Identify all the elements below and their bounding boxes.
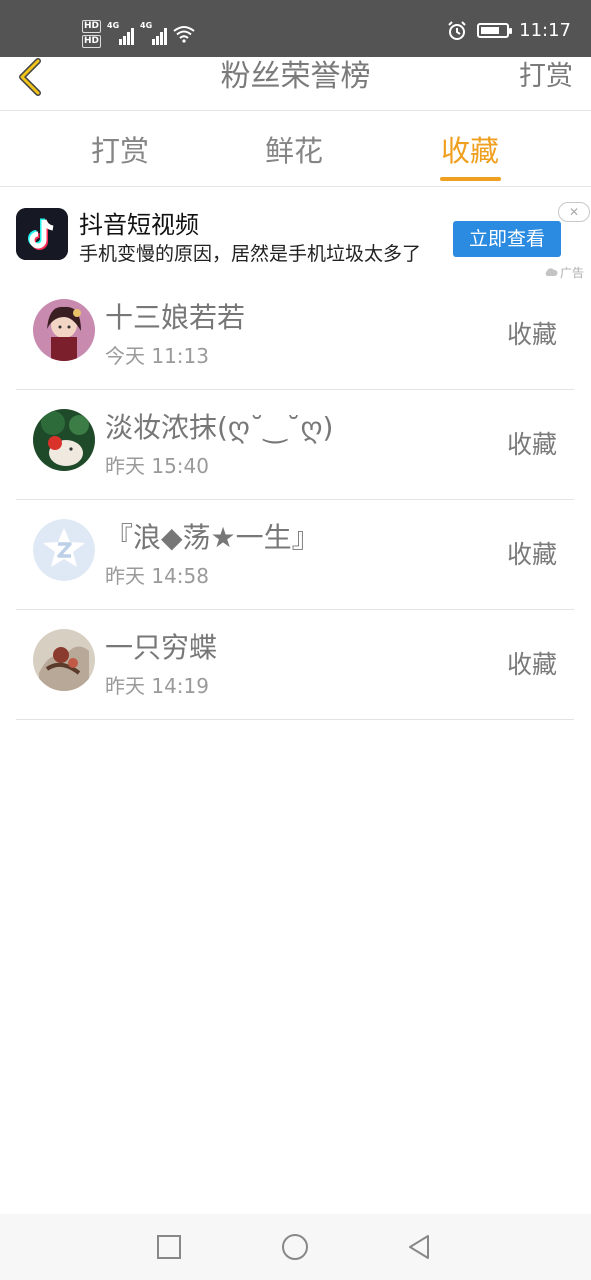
hd-badge: HD — [82, 35, 102, 48]
network-indicators: HD HD 4G 4G — [82, 16, 195, 52]
page-title: 粉丝荣誉榜 — [220, 59, 371, 94]
ad-label-text: 广告 — [560, 266, 585, 280]
fan-name: 『浪◆荡★一生』 — [105, 521, 320, 554]
fan-time: 昨天 14:19 — [105, 674, 209, 698]
wifi-icon — [173, 26, 195, 43]
tab-reward[interactable]: 打赏 — [91, 131, 149, 171]
chevron-left-icon[interactable] — [14, 57, 54, 97]
circle-icon[interactable] — [281, 1233, 309, 1261]
fan-list: 十三娘若若 今天 11:13 收藏 淡妆浓抹(ღ˘‿˘ღ) 昨天 15:40 收… — [16, 280, 574, 720]
hd-badges: HD HD — [82, 20, 102, 48]
signal-label: 4G — [140, 21, 153, 30]
alarm-icon — [448, 20, 466, 40]
default-avatar-icon[interactable] — [33, 519, 95, 581]
fan-action-label: 收藏 — [506, 540, 557, 569]
triangle-back-icon[interactable] — [406, 1233, 434, 1261]
avatar[interactable] — [33, 299, 95, 361]
fan-time: 昨天 14:58 — [105, 564, 209, 588]
tab-bar: 打赏 鲜花 收藏 — [0, 111, 591, 187]
list-item[interactable]: 一只穷蝶 昨天 14:19 收藏 — [16, 610, 574, 720]
fan-name: 淡妆浓抹(ღ˘‿˘ღ) — [105, 411, 334, 444]
list-item[interactable]: 十三娘若若 今天 11:13 收藏 — [16, 280, 574, 390]
list-item[interactable]: 淡妆浓抹(ღ˘‿˘ღ) 昨天 15:40 收藏 — [16, 390, 574, 500]
square-icon[interactable] — [155, 1233, 183, 1261]
tab-indicator — [440, 177, 501, 181]
fan-name: 十三娘若若 — [105, 301, 246, 334]
avatar[interactable] — [33, 629, 95, 691]
tab-flowers[interactable]: 鲜花 — [265, 131, 323, 171]
fan-action-label: 收藏 — [506, 430, 557, 459]
reward-button[interactable]: 打赏 — [519, 57, 573, 97]
battery-fill — [481, 27, 500, 34]
avatar[interactable] — [33, 409, 95, 471]
ad-title: 抖音短视频 — [79, 211, 199, 239]
close-icon[interactable]: ✕ — [558, 202, 590, 222]
ad-description: 手机变慢的原因，居然是手机垃圾太多了 — [79, 243, 422, 265]
cloud-icon — [545, 268, 558, 276]
signal-icon: 4G — [140, 21, 168, 45]
hd-badge: HD — [82, 20, 102, 33]
ad-banner[interactable]: 抖音短视频 手机变慢的原因，居然是手机垃圾太多了 立即查看 ✕ 广告 — [0, 188, 591, 280]
clock: 11:17 — [519, 20, 571, 41]
system-nav-bar — [0, 1214, 591, 1280]
tab-favorites[interactable]: 收藏 — [441, 131, 499, 171]
fan-action-label: 收藏 — [506, 320, 557, 349]
status-right: 11:17 — [447, 20, 571, 41]
signal-label: 4G — [107, 21, 120, 30]
fan-action-label: 收藏 — [506, 650, 557, 679]
battery-icon — [477, 23, 513, 38]
fan-time: 昨天 15:40 — [105, 454, 209, 478]
status-bar: HD HD 4G 4G 11:17 — [0, 0, 591, 57]
list-item[interactable]: 『浪◆荡★一生』 昨天 14:58 收藏 — [16, 500, 574, 610]
signal-icon: 4G — [107, 21, 135, 45]
ad-label: 广告 — [544, 264, 584, 281]
fan-time: 今天 11:13 — [105, 344, 209, 368]
ad-view-button[interactable]: 立即查看 — [453, 221, 561, 257]
navbar: 粉丝荣誉榜 打赏 — [0, 57, 591, 111]
tiktok-logo-icon — [16, 208, 68, 260]
fan-name: 一只穷蝶 — [105, 631, 218, 664]
